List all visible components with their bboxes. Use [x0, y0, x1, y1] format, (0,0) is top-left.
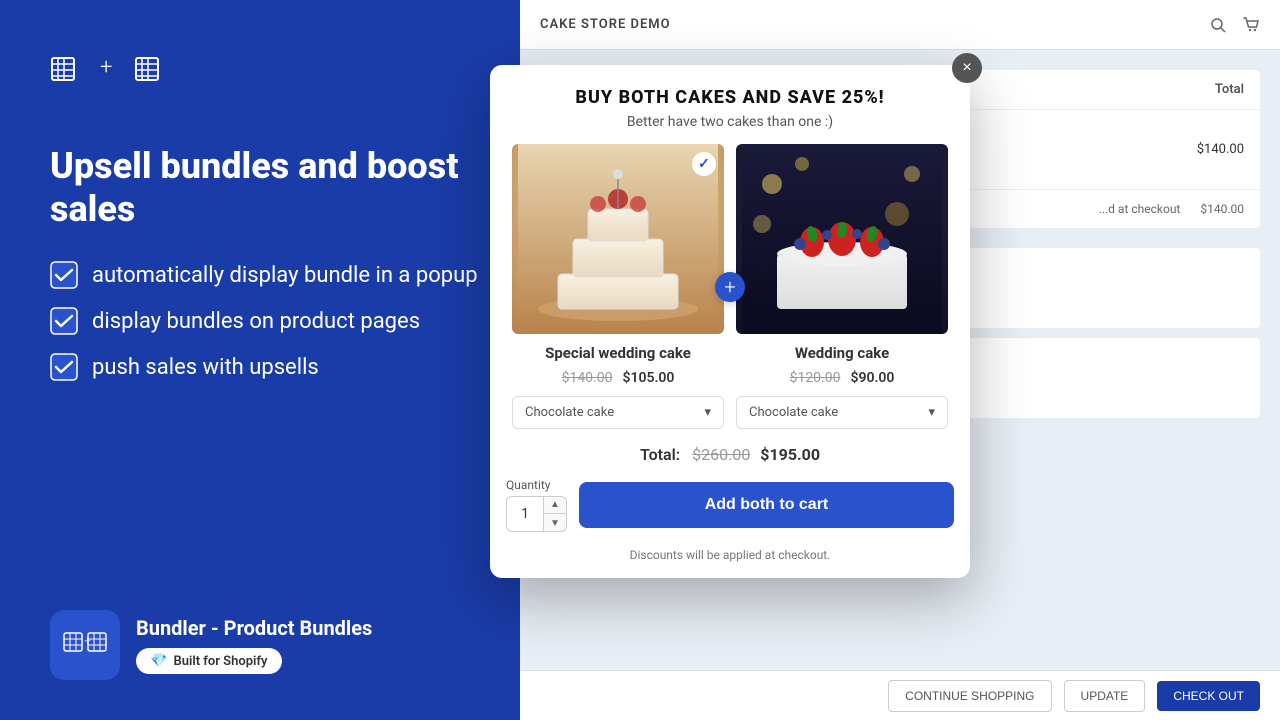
demo-store-icons — [1209, 16, 1260, 34]
quantity-value: 1 — [507, 496, 543, 532]
discount-note-footer: ...d at checkout — [1099, 202, 1181, 216]
feature-item-2: display bundles on product pages — [50, 307, 550, 335]
popup-close-button[interactable]: × — [952, 53, 982, 83]
product1-variant-text: Chocolate cake — [525, 405, 614, 420]
quantity-label: Quantity — [506, 478, 550, 492]
continue-shopping-button[interactable]: CONTINUE SHOPPING — [888, 680, 1051, 712]
check-icon-2 — [50, 307, 78, 335]
feature-text-3: push sales with upsells — [92, 355, 319, 380]
add-to-cart-button[interactable]: Add both to cart — [579, 482, 954, 528]
quantity-arrows: ▲ ▼ — [543, 496, 566, 532]
strawberry-cake-svg — [736, 144, 948, 334]
product1-variant-dropdown[interactable]: Chocolate cake ▾ — [512, 396, 724, 429]
demo-store-title: CAKE STORE DEMO — [540, 17, 671, 32]
left-panel: + Upsell bundles and boost sales automat… — [50, 50, 550, 381]
app-icon: + — [50, 610, 120, 680]
app-name: Bundler - Product Bundles — [136, 616, 372, 640]
cart-icon — [1242, 16, 1260, 34]
feature-text-1: automatically display bundle in a popup — [92, 263, 478, 288]
popup-total: Total: $260.00 $195.00 — [490, 429, 970, 464]
popup-header: BUY BOTH CAKES AND SAVE 25%! Better have… — [490, 65, 970, 144]
cube-icon-left — [50, 50, 90, 85]
logo-area: + — [50, 50, 550, 85]
product2-variant-dropdown[interactable]: Chocolate cake ▾ — [736, 396, 948, 429]
search-icon — [1209, 16, 1227, 34]
check-icon-1 — [50, 261, 78, 289]
checkout-button[interactable]: CHECK OUT — [1157, 681, 1260, 711]
product-image-1: ✓ — [512, 144, 724, 334]
popup-footer: Quantity 1 ▲ ▼ Add both to cart — [490, 464, 970, 548]
product-image-2 — [736, 144, 948, 334]
app-icon-svg: + — [62, 625, 108, 665]
product2-price-original: $120.00 — [790, 370, 841, 386]
total-price-footer: $140.00 — [1200, 202, 1244, 216]
app-logo: + — [50, 50, 162, 85]
product2-price-sale: $90.00 — [850, 370, 894, 386]
popup-products: ✓ Special wedding cake $140.00 $105.00 C… — [490, 144, 970, 429]
total-original-price: $260.00 — [692, 445, 750, 464]
logo-plus: + — [100, 55, 112, 80]
total-sale-price: $195.00 — [760, 445, 820, 464]
wedding-cake-svg — [512, 144, 724, 334]
quantity-input-wrap: 1 ▲ ▼ — [506, 496, 567, 532]
product1-check-badge: ✓ — [692, 152, 716, 176]
feature-item-1: automatically display bundle in a popup — [50, 261, 550, 289]
popup-subtitle: Better have two cakes than one :) — [510, 114, 950, 130]
strawberry-cake-bg — [736, 144, 948, 334]
col-total: Total — [1072, 82, 1244, 97]
feature-item-3: push sales with upsells — [50, 353, 550, 381]
wedding-cake-bg — [512, 144, 724, 334]
cube-icon-right — [122, 50, 162, 85]
quantity-up-button[interactable]: ▲ — [544, 496, 566, 514]
product1-price-original: $140.00 — [562, 370, 613, 386]
product-card-2: Wedding cake $120.00 $90.00 Chocolate ca… — [730, 144, 954, 429]
quantity-down-button[interactable]: ▼ — [544, 514, 566, 532]
popup-modal: × BUY BOTH CAKES AND SAVE 25%! Better ha… — [490, 65, 970, 578]
product-card-1: ✓ Special wedding cake $140.00 $105.00 C… — [506, 144, 730, 429]
dropdown2-arrow-icon: ▾ — [928, 405, 935, 420]
products-plus-icon: + — [715, 272, 745, 302]
shopify-badge-text: Built for Shopify — [173, 654, 267, 669]
shopify-heart-icon: 💎 — [150, 653, 167, 669]
popup-title: BUY BOTH CAKES AND SAVE 25%! — [510, 87, 950, 108]
discount-note: Discounts will be applied at checkout. — [490, 548, 970, 578]
update-button[interactable]: UPDATE — [1064, 680, 1146, 712]
dropdown1-arrow-icon: ▾ — [704, 405, 711, 420]
demo-bottom-bar: CONTINUE SHOPPING UPDATE CHECK OUT — [520, 670, 1280, 720]
shopify-badge: 💎 Built for Shopify — [136, 648, 282, 674]
product-price: $140.00 — [1072, 142, 1244, 157]
check-icon-3 — [50, 353, 78, 381]
product2-variant-text: Chocolate cake — [749, 405, 838, 420]
product1-price-sale: $105.00 — [622, 370, 674, 386]
product2-price: $120.00 $90.00 — [736, 367, 948, 386]
product2-name: Wedding cake — [736, 344, 948, 362]
page-headline: Upsell bundles and boost sales — [50, 145, 550, 231]
total-label: Total: — [640, 445, 680, 464]
features-list: automatically display bundle in a popup … — [50, 261, 550, 381]
app-badge: + Bundler - Product Bundles 💎 Built for … — [50, 610, 372, 680]
product1-price: $140.00 $105.00 — [512, 367, 724, 386]
feature-text-2: display bundles on product pages — [92, 309, 420, 334]
quantity-control: Quantity 1 ▲ ▼ — [506, 478, 567, 532]
demo-store-header: CAKE STORE DEMO — [520, 0, 1280, 50]
product1-name: Special wedding cake — [512, 344, 724, 362]
app-info: Bundler - Product Bundles 💎 Built for Sh… — [136, 616, 372, 674]
